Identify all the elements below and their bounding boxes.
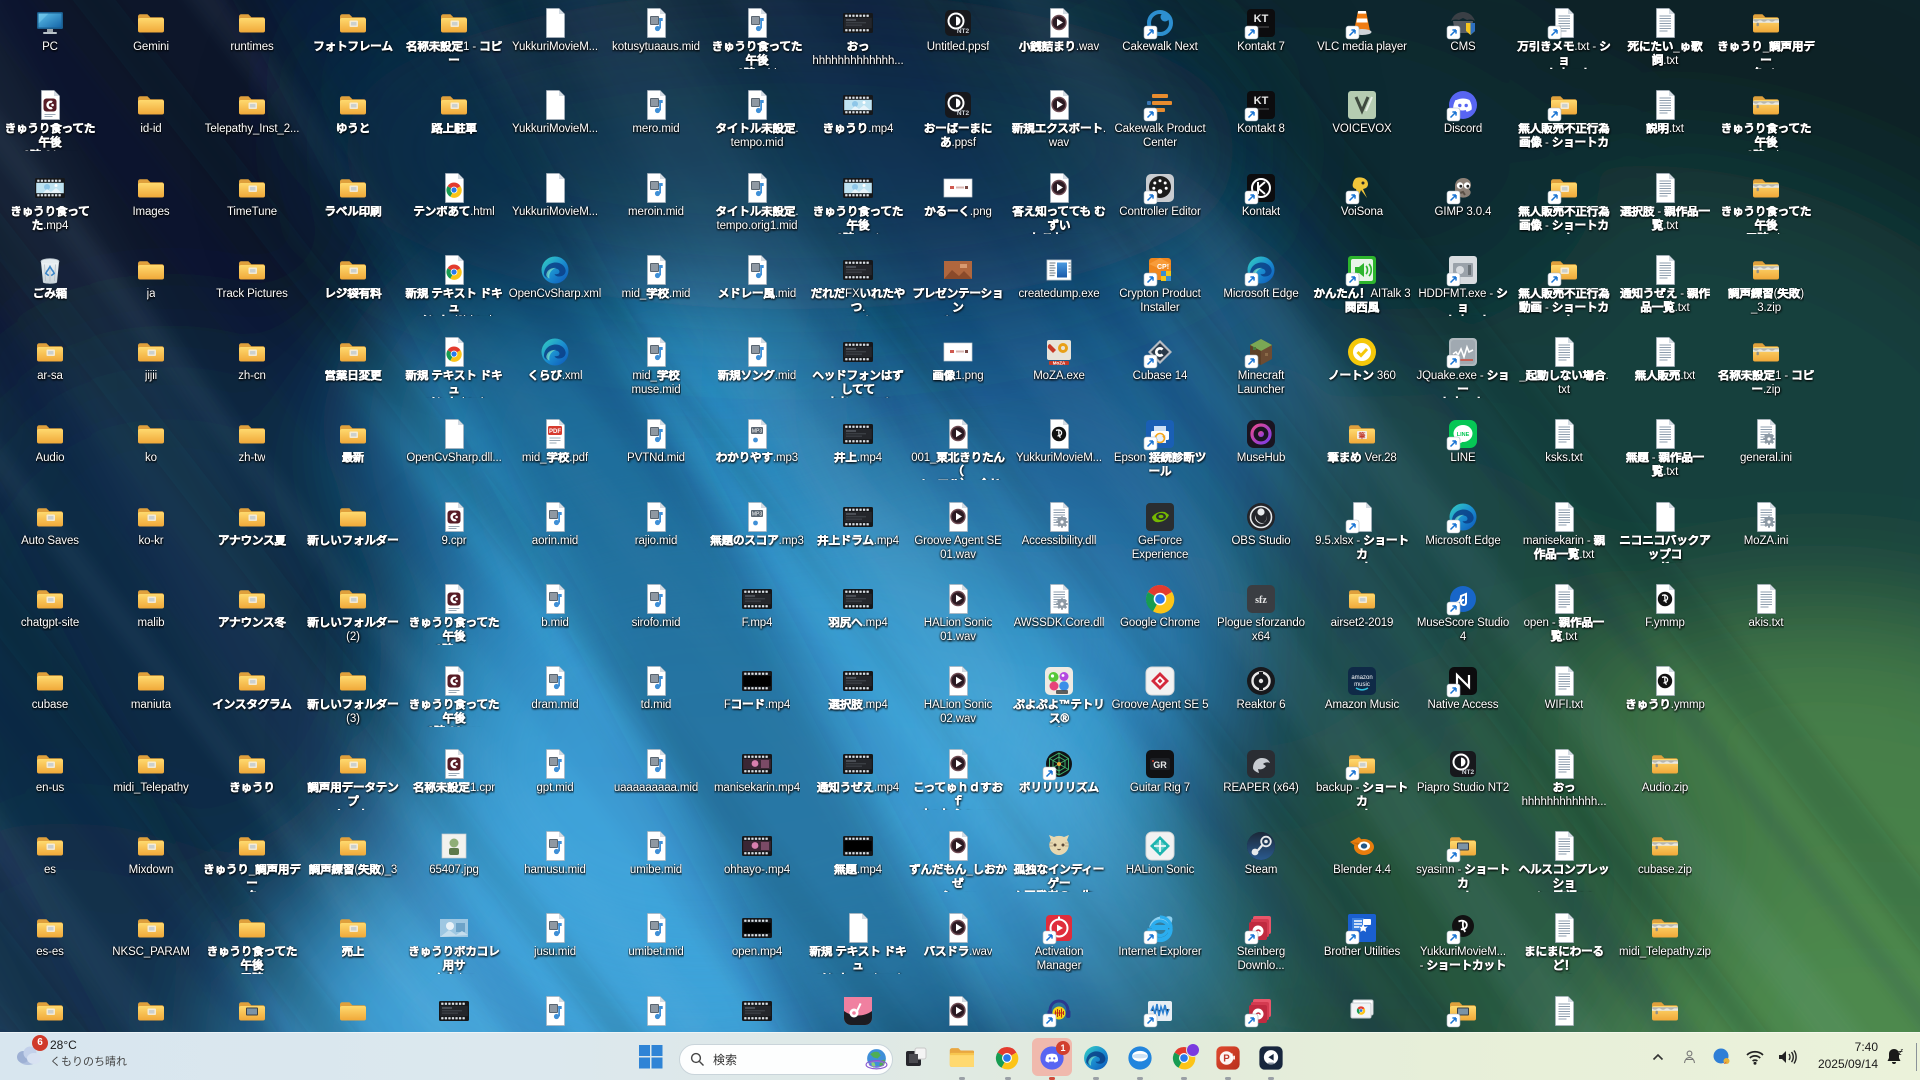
svg-text:amazon: amazon (1351, 675, 1372, 681)
svg-text:sfz: sfz (1255, 595, 1267, 606)
svg-text:music: music (1354, 682, 1370, 688)
svg-text:KT: KT (1254, 95, 1269, 107)
svg-text:MoZA: MoZA (1053, 361, 1066, 366)
svg-text:z: z (1901, 1048, 1904, 1054)
svg-text:NT2: NT2 (957, 110, 970, 117)
svg-text:P: P (1223, 1053, 1230, 1064)
svg-text:PDF: PDF (549, 429, 561, 435)
svg-text:NT2: NT2 (957, 28, 970, 35)
svg-text:NT2: NT2 (1462, 769, 1475, 776)
svg-text:GR: GR (1153, 760, 1167, 770)
svg-text:KT: KT (1254, 13, 1269, 25)
svg-text:筆: 筆 (1359, 431, 1366, 440)
svg-text:CP!: CP! (1157, 264, 1169, 271)
